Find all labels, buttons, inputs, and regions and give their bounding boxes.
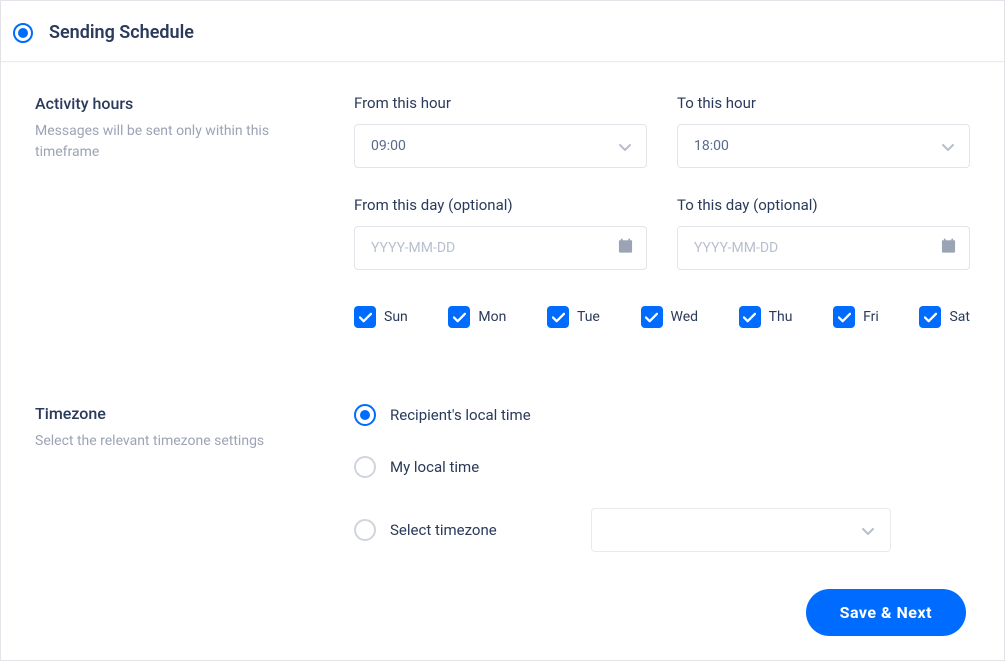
from-hour-label: From this hour (354, 94, 647, 112)
panel-title: Sending Schedule (49, 22, 194, 43)
footer: Save & Next (806, 589, 966, 636)
timezone-select[interactable] (591, 508, 891, 552)
timezone-content: Recipient's local time My local time Sel… (354, 404, 970, 552)
panel-header: Sending Schedule (1, 1, 1004, 62)
day-label: Fri (863, 309, 879, 325)
from-day-field: From this day (optional) (354, 196, 647, 270)
checkbox-icon (448, 306, 470, 328)
day-label: Mon (478, 309, 506, 325)
radio-icon (354, 404, 376, 426)
activity-hours-label: Activity hours Messages will be sent onl… (35, 94, 330, 328)
day-fri[interactable]: Fri (833, 306, 879, 328)
timezone-heading: Timezone (35, 404, 330, 423)
checkbox-icon (354, 306, 376, 328)
radio-label: My local time (390, 458, 479, 476)
to-hour-input[interactable] (677, 124, 970, 168)
save-next-button[interactable]: Save & Next (806, 589, 966, 636)
timezone-label-col: Timezone Select the relevant timezone se… (35, 404, 330, 552)
day-tue[interactable]: Tue (547, 306, 600, 328)
day-label: Tue (577, 309, 600, 325)
timezone-description: Select the relevant timezone settings (35, 431, 330, 452)
day-thu[interactable]: Thu (739, 306, 793, 328)
day-sat[interactable]: Sat (919, 306, 970, 328)
from-day-label: From this day (optional) (354, 196, 647, 214)
day-label: Sun (384, 309, 408, 325)
day-label: Wed (671, 309, 699, 325)
from-day-input[interactable] (354, 226, 647, 270)
sending-schedule-panel: Sending Schedule Activity hours Messages… (0, 0, 1005, 661)
timezone-option-my[interactable]: My local time (354, 456, 970, 478)
from-day-wrap (354, 226, 647, 270)
timezone-option-recipient[interactable]: Recipient's local time (354, 404, 970, 426)
to-day-field: To this day (optional) (677, 196, 970, 270)
to-day-wrap (677, 226, 970, 270)
timezone-select-row: Select timezone (354, 508, 970, 552)
radio-label: Select timezone (390, 521, 497, 539)
activity-hours-section: Activity hours Messages will be sent onl… (35, 94, 970, 328)
radio-icon (354, 519, 376, 541)
radio-icon (354, 456, 376, 478)
to-hour-select[interactable] (677, 124, 970, 168)
checkbox-icon (833, 306, 855, 328)
day-wed[interactable]: Wed (641, 306, 699, 328)
timezone-option-select[interactable]: Select timezone (354, 519, 591, 541)
to-hour-label: To this hour (677, 94, 970, 112)
timezone-radio-group: Recipient's local time My local time Sel… (354, 404, 970, 552)
day-sun[interactable]: Sun (354, 306, 408, 328)
radio-label: Recipient's local time (390, 406, 531, 424)
hour-range-row: From this hour To this hour (354, 94, 970, 168)
day-range-row: From this day (optional) To this day (op… (354, 196, 970, 270)
checkbox-icon (641, 306, 663, 328)
chevron-down-icon (862, 521, 874, 540)
from-hour-field: From this hour (354, 94, 647, 168)
section-radio-icon[interactable] (13, 23, 33, 43)
from-hour-input[interactable] (354, 124, 647, 168)
to-hour-field: To this hour (677, 94, 970, 168)
activity-hours-description: Messages will be sent only within this t… (35, 121, 330, 163)
activity-hours-content: From this hour To this hour (354, 94, 970, 328)
to-day-input[interactable] (677, 226, 970, 270)
checkbox-icon (739, 306, 761, 328)
panel-body: Activity hours Messages will be sent onl… (1, 62, 1004, 660)
activity-hours-heading: Activity hours (35, 94, 330, 113)
day-mon[interactable]: Mon (448, 306, 506, 328)
checkbox-icon (919, 306, 941, 328)
from-hour-select[interactable] (354, 124, 647, 168)
day-label: Sat (949, 309, 970, 325)
checkbox-icon (547, 306, 569, 328)
days-row: Sun Mon Tue Wed (354, 306, 970, 328)
to-day-label: To this day (optional) (677, 196, 970, 214)
timezone-section: Timezone Select the relevant timezone se… (35, 404, 970, 552)
day-label: Thu (769, 309, 793, 325)
